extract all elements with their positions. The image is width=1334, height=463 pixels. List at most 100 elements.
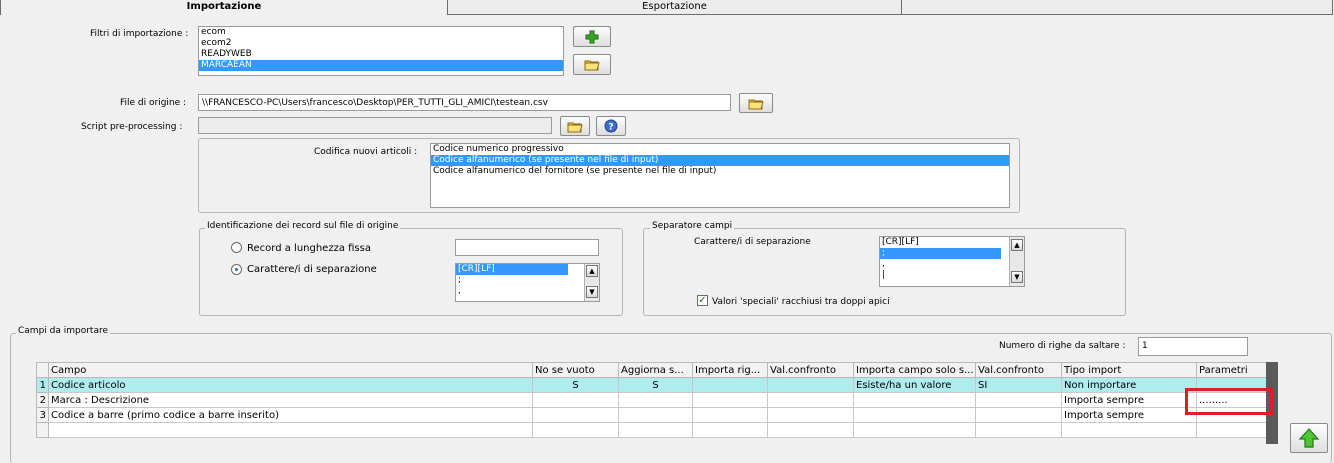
cell-importa-campo[interactable]: [853, 407, 976, 423]
folder-icon: [567, 122, 583, 132]
coding-label: Codifica nuovi articoli :: [314, 147, 418, 157]
table-row[interactable]: 2 Marca : Descrizione Importa sempre ...…: [36, 392, 1267, 408]
table-header-row: Campo No se vuoto Aggiorna s... Importa …: [36, 362, 1267, 378]
arrow-up-icon: [1298, 428, 1320, 448]
field-sep-list[interactable]: [CR][LF] ; , | ▲ ▼: [879, 236, 1025, 287]
cell-aggiorna[interactable]: [618, 407, 693, 423]
cell-val-confronto[interactable]: [767, 377, 854, 393]
cell-no-se-vuoto[interactable]: [532, 407, 619, 423]
record-id-title: Identificazione dei record sul file di o…: [205, 221, 401, 231]
plus-icon: [585, 30, 599, 43]
column-header[interactable]: Val.confronto: [975, 362, 1062, 378]
scroll-down-icon[interactable]: ▼: [1011, 271, 1023, 283]
column-header[interactable]: Importa rig...: [692, 362, 768, 378]
fields-table[interactable]: Campo No se vuoto Aggiorna s... Importa …: [36, 362, 1267, 438]
record-sep-item-selected[interactable]: [CR][LF]: [456, 264, 568, 275]
filters-list[interactable]: ecom ecom2 READYWEB MARCAEAN: [198, 26, 564, 76]
coding-list[interactable]: Codice numerico progressivo Codice alfan…: [430, 143, 1010, 208]
script-input[interactable]: [198, 117, 552, 134]
cell-tipo-import[interactable]: Importa sempre: [1061, 392, 1197, 408]
coding-option[interactable]: Codice alfanumerico del fornitore (se pr…: [431, 166, 1009, 177]
filter-item[interactable]: READYWEB: [199, 49, 563, 60]
scroll-up-icon[interactable]: ▲: [586, 265, 598, 277]
column-header[interactable]: Tipo import: [1061, 362, 1197, 378]
annotation-highlight-box: [1185, 388, 1273, 415]
tab-bar: Importazione Esportazione: [0, 0, 1334, 15]
help-button[interactable]: ?: [596, 116, 626, 136]
browse-script-button[interactable]: [560, 116, 590, 136]
column-header[interactable]: Parametri: [1196, 362, 1267, 378]
fixed-length-input[interactable]: [455, 239, 599, 256]
column-header[interactable]: Val.confronto: [767, 362, 854, 378]
cell-val-confronto-2[interactable]: [975, 392, 1062, 408]
cell-no-se-vuoto[interactable]: S: [532, 377, 619, 393]
browse-file-button[interactable]: [739, 93, 773, 113]
cell-importa-riga[interactable]: [692, 407, 768, 423]
table-row-empty: [36, 422, 1267, 438]
folder-icon: [584, 60, 600, 71]
filters-label: Filtri di importazione :: [90, 29, 189, 39]
folder-icon: [748, 99, 764, 109]
column-header[interactable]: No se vuoto: [532, 362, 619, 378]
quotes-checkbox[interactable]: ✓: [697, 295, 708, 306]
cell-val-confronto[interactable]: [767, 392, 854, 408]
cell-importa-campo[interactable]: [853, 392, 976, 408]
source-file-input[interactable]: \\FRANCESCO-PC\Users\francesco\Desktop\P…: [198, 94, 731, 111]
tab-importazione[interactable]: Importazione: [0, 0, 448, 15]
scroll-up-icon[interactable]: ▲: [1011, 239, 1023, 251]
field-sep-item[interactable]: |: [880, 270, 1024, 281]
skip-rows-input[interactable]: 1: [1138, 337, 1248, 356]
field-sep-item[interactable]: [CR][LF]: [880, 237, 1024, 248]
cell-tipo-import[interactable]: Importa sempre: [1061, 407, 1197, 423]
column-header-rownum: [36, 362, 49, 378]
table-row[interactable]: 3 Codice a barre (primo codice a barre i…: [36, 407, 1267, 423]
cell-importa-riga[interactable]: [692, 392, 768, 408]
cell-no-se-vuoto[interactable]: [532, 392, 619, 408]
skip-rows-label: Numero di righe da saltare :: [999, 341, 1126, 351]
record-sep-list[interactable]: [CR][LF] ; , ▲ ▼: [455, 263, 600, 302]
scroll-down-icon[interactable]: ▼: [586, 286, 598, 298]
cell-campo[interactable]: Codice a barre (primo codice a barre ins…: [48, 407, 533, 423]
separator-radio[interactable]: [231, 264, 242, 275]
filter-item[interactable]: ecom2: [199, 38, 563, 49]
cell-aggiorna[interactable]: S: [618, 377, 693, 393]
tab-esportazione[interactable]: Esportazione: [447, 0, 902, 15]
fields-title: Campi da importare: [16, 326, 110, 336]
record-sep-item[interactable]: ,: [456, 286, 599, 297]
fixed-length-radio[interactable]: [231, 242, 242, 253]
cell-val-confronto[interactable]: [767, 407, 854, 423]
row-number: 2: [36, 392, 49, 408]
record-sep-item[interactable]: ;: [456, 275, 599, 286]
quotes-label: Valori 'speciali' racchiusi tra doppi ap…: [712, 297, 890, 307]
field-sep-item[interactable]: ,: [880, 259, 1024, 270]
script-label: Script pre-processing :: [81, 122, 183, 132]
cell-val-confronto-2[interactable]: [975, 407, 1062, 423]
cell-aggiorna[interactable]: [618, 392, 693, 408]
column-header[interactable]: Aggiorna s...: [618, 362, 693, 378]
column-header[interactable]: Campo: [48, 362, 533, 378]
filter-item[interactable]: ecom: [199, 27, 563, 38]
table-row[interactable]: 1 Codice articolo S S Esiste/ha un valor…: [36, 377, 1267, 393]
filter-item-selected[interactable]: MARCAEAN: [199, 60, 563, 71]
field-sep-scrollbar[interactable]: ▲ ▼: [1009, 237, 1024, 286]
cell-val-confronto-2[interactable]: SI: [975, 377, 1062, 393]
field-sep-item-selected[interactable]: ;: [880, 248, 1001, 259]
cell-importa-riga[interactable]: [692, 377, 768, 393]
add-filter-button[interactable]: [573, 26, 611, 47]
field-sep-title: Separatore campi: [650, 221, 735, 231]
move-up-button[interactable]: [1290, 423, 1328, 453]
open-filter-button[interactable]: [573, 54, 611, 75]
cell-importa-campo[interactable]: Esiste/ha un valore: [853, 377, 976, 393]
tab-empty: [901, 0, 1333, 15]
coding-option[interactable]: Codice numerico progressivo: [431, 144, 1009, 155]
record-sep-scrollbar[interactable]: ▲ ▼: [584, 264, 599, 301]
cell-campo[interactable]: Marca : Descrizione: [48, 392, 533, 408]
cell-campo[interactable]: Codice articolo: [48, 377, 533, 393]
column-header[interactable]: Importa campo solo s...: [853, 362, 976, 378]
separator-radio-label: Carattere/i di separazione: [247, 264, 377, 275]
cell-tipo-import[interactable]: Non importare: [1061, 377, 1197, 393]
row-number: 3: [36, 407, 49, 423]
coding-option-selected[interactable]: Codice alfanumerico (se presente nel fil…: [431, 155, 1009, 166]
field-sep-label: Carattere/i di separazione: [694, 237, 811, 247]
row-number: 1: [36, 377, 49, 393]
